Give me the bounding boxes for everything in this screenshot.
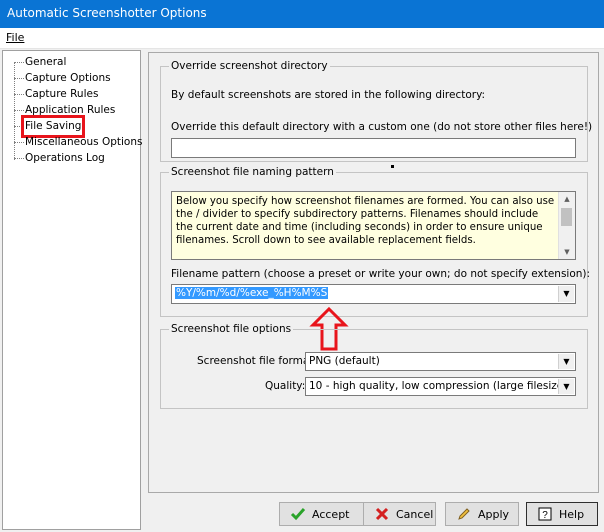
- scroll-down-icon[interactable]: ▼: [559, 245, 575, 259]
- tree-connector: [14, 62, 24, 63]
- filename-pattern-combo[interactable]: %Y/%m/%d/%exe_%H%M%S ▼: [171, 284, 576, 304]
- tree-connector: [14, 110, 24, 111]
- tree-connector: [14, 158, 24, 159]
- naming-description-text: Below you specify how screenshot filenam…: [176, 196, 555, 246]
- help-label: Help: [559, 508, 585, 521]
- file-format-label: Screenshot file format:: [197, 355, 318, 367]
- menu-bar: File: [0, 28, 604, 49]
- naming-description-box[interactable]: Below you specify how screenshot filenam…: [171, 191, 576, 260]
- cancel-label: Cancel: [396, 508, 434, 521]
- quality-select[interactable]: 10 - high quality, low compression (larg…: [305, 377, 576, 396]
- settings-panel: Override screenshot directory By default…: [148, 52, 599, 493]
- tree-item-general[interactable]: General: [25, 55, 66, 70]
- options-tree: General Capture Options Capture Rules Ap…: [2, 50, 142, 530]
- window-title: Automatic Screenshotter Options: [7, 6, 207, 20]
- tree-connector: [14, 94, 24, 95]
- override-directory-legend: Override screenshot directory: [171, 60, 328, 72]
- description-scrollbar[interactable]: ▲ ▼: [558, 192, 575, 259]
- tree-item-operations-log[interactable]: Operations Log: [25, 151, 105, 166]
- menu-file-label: File: [6, 31, 25, 44]
- close-icon: [375, 507, 389, 521]
- tree-connector: [14, 142, 24, 143]
- chevron-down-icon[interactable]: ▼: [558, 379, 574, 394]
- menu-file[interactable]: File: [6, 31, 24, 44]
- quality-label: Quality:: [265, 380, 306, 392]
- tree-item-capture-options[interactable]: Capture Options: [25, 71, 111, 86]
- naming-pattern-group: Screenshot file naming pattern Below you…: [160, 166, 591, 317]
- tree-connector: [14, 78, 24, 79]
- chevron-down-icon[interactable]: ▼: [558, 286, 574, 302]
- tree-item-file-saving[interactable]: File Saving: [20, 115, 86, 138]
- custom-directory-label: Override this default directory with a c…: [171, 121, 593, 133]
- accept-button[interactable]: Accept: [279, 502, 364, 526]
- pencil-icon: [458, 508, 470, 520]
- tree-connector: [14, 62, 15, 160]
- cancel-button[interactable]: Cancel: [363, 502, 436, 526]
- file-options-group: Screenshot file options Screenshot file …: [160, 323, 588, 409]
- accept-label: Accept: [312, 508, 350, 521]
- file-format-select[interactable]: PNG (default) ▼: [305, 352, 576, 371]
- tree-item-capture-rules[interactable]: Capture Rules: [25, 87, 98, 102]
- scroll-up-icon[interactable]: ▲: [559, 192, 575, 206]
- apply-button[interactable]: Apply: [445, 502, 519, 526]
- naming-pattern-legend: Screenshot file naming pattern: [171, 166, 334, 178]
- filename-pattern-value[interactable]: %Y/%m/%d/%exe_%H%M%S: [175, 287, 329, 299]
- svg-text:?: ?: [542, 510, 548, 521]
- tree-item-application-rules[interactable]: Application Rules: [25, 103, 115, 118]
- default-directory-text: By default screenshots are stored in the…: [171, 89, 486, 101]
- file-options-legend: Screenshot file options: [171, 323, 292, 335]
- override-directory-group: Override screenshot directory By default…: [160, 60, 592, 162]
- chevron-down-icon[interactable]: ▼: [558, 354, 574, 369]
- help-button[interactable]: ? Help: [526, 502, 598, 526]
- apply-label: Apply: [478, 508, 510, 521]
- filename-pattern-label: Filename pattern (choose a preset or wri…: [171, 268, 591, 280]
- help-icon: ?: [538, 507, 552, 521]
- custom-directory-input[interactable]: [171, 138, 576, 158]
- quality-value: 10 - high quality, low compression (larg…: [309, 380, 568, 392]
- scroll-thumb[interactable]: [561, 208, 572, 226]
- file-format-value: PNG (default): [309, 355, 380, 367]
- tree-item-miscellaneous-options[interactable]: Miscellaneous Options: [25, 135, 142, 150]
- checkmark-icon: [290, 508, 306, 521]
- tree-connector: [14, 126, 24, 127]
- title-bar: Automatic Screenshotter Options: [0, 0, 604, 28]
